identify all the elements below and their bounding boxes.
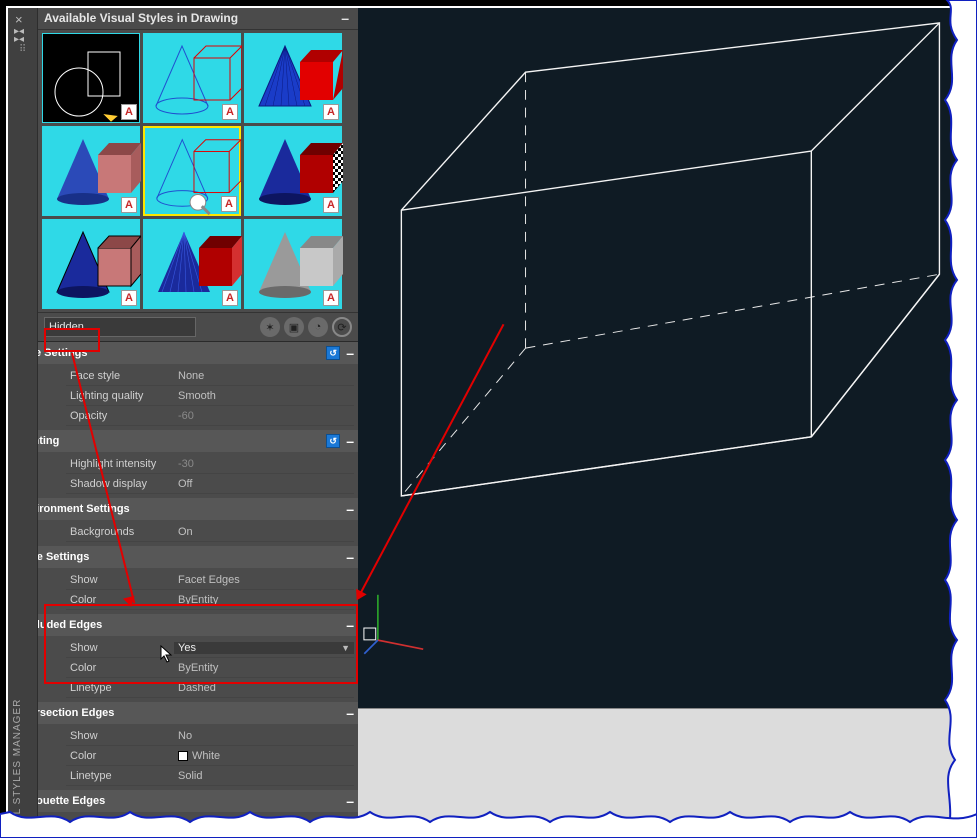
- group-intersection-edges[interactable]: Intersection Edges –: [38, 702, 358, 724]
- close-icon[interactable]: ×: [15, 12, 23, 27]
- prop-intersect-color[interactable]: ColorWhite: [66, 746, 354, 766]
- prop-intersect-linetype[interactable]: LinetypeSolid: [66, 766, 354, 786]
- style-swatch-realistic[interactable]: A: [244, 126, 342, 216]
- collapse-icon[interactable]: –: [344, 617, 356, 633]
- prop-occluded-linetype[interactable]: LinetypeDashed: [66, 678, 354, 698]
- style-swatch-2dwireframe[interactable]: A: [42, 33, 140, 123]
- group-environment-settings[interactable]: Environment Settings –: [38, 498, 358, 520]
- prop-silhouette-show[interactable]: ShowYes: [66, 814, 354, 829]
- reset-icon[interactable]: ↺: [326, 434, 340, 448]
- group-title: Lighting: [38, 435, 59, 447]
- autocad-badge-icon: A: [323, 197, 339, 213]
- style-swatch-wireframe[interactable]: A: [143, 33, 241, 123]
- autocad-badge-icon: A: [323, 290, 339, 306]
- collapse-arrows-icon[interactable]: ▸◂▸◂: [14, 28, 24, 44]
- collapse-icon[interactable]: –: [344, 345, 356, 361]
- chevron-down-icon: ▼: [341, 643, 350, 653]
- collapse-icon[interactable]: –: [344, 705, 356, 721]
- prop-edge-show[interactable]: ShowFacet Edges: [66, 570, 354, 590]
- group-title: Environment Settings: [38, 503, 130, 515]
- drag-handle-icon[interactable]: ⠿: [19, 44, 26, 55]
- autocad-badge-icon: A: [222, 104, 238, 120]
- panel-minimize-icon[interactable]: –: [338, 10, 352, 26]
- autocad-badge-icon: A: [323, 104, 339, 120]
- group-occluded-edges[interactable]: Occluded Edges –: [38, 614, 358, 636]
- style-swatch-conceptual[interactable]: A: [244, 33, 342, 123]
- prop-backgrounds[interactable]: BackgroundsOn: [66, 522, 354, 542]
- prop-highlight-intensity[interactable]: Highlight intensity-30: [66, 454, 354, 474]
- style-swatch-shades-of-gray[interactable]: A: [244, 219, 342, 309]
- prop-lighting-quality[interactable]: Lighting qualitySmooth: [66, 386, 354, 406]
- ucs-icon: [362, 588, 430, 656]
- prop-opacity[interactable]: Opacity-60: [66, 406, 354, 426]
- panel-side-rail: × ▸◂▸◂ ⠿ AL STYLES MANAGER: [8, 8, 38, 830]
- wireframe-box: [358, 8, 969, 708]
- prop-edge-color[interactable]: ColorByEntity: [66, 590, 354, 610]
- visual-style-swatch-grid: A A A A A: [38, 30, 358, 312]
- layout-paper-area: [358, 708, 969, 830]
- group-edge-settings[interactable]: Edge Settings –: [38, 546, 358, 568]
- group-lighting[interactable]: Lighting ↺–: [38, 430, 358, 452]
- reset-icon[interactable]: ↺: [326, 346, 340, 360]
- style-swatch-sketchy[interactable]: A: [143, 219, 241, 309]
- panel-side-title: AL STYLES MANAGER: [12, 699, 23, 822]
- group-title: Intersection Edges: [38, 707, 114, 719]
- color-swatch-icon: [178, 751, 188, 761]
- collapse-icon[interactable]: –: [344, 793, 356, 809]
- apply-style-icon[interactable]: ▣: [284, 317, 304, 337]
- style-swatch-hidden[interactable]: A: [143, 126, 241, 216]
- panel-header: Available Visual Styles in Drawing –: [38, 8, 358, 30]
- collapse-icon[interactable]: –: [344, 501, 356, 517]
- autocad-badge-icon: A: [222, 290, 238, 306]
- group-title: Occluded Edges: [38, 619, 102, 631]
- style-swatch-shaded[interactable]: A: [42, 126, 140, 216]
- style-name-row: ✶ ▣ ◔ ⟳: [38, 312, 358, 342]
- group-title: Silhouette Edges: [38, 795, 105, 807]
- prop-face-style[interactable]: Face styleNone: [66, 366, 354, 386]
- prop-shadow-display[interactable]: Shadow displayOff: [66, 474, 354, 494]
- mouse-cursor-icon: [160, 645, 174, 663]
- prop-occluded-color[interactable]: ColorByEntity: [66, 658, 354, 678]
- group-face-settings[interactable]: Face Settings ↺–: [38, 342, 358, 364]
- delete-style-icon[interactable]: ⟳: [332, 317, 352, 337]
- export-style-icon[interactable]: ◔: [308, 317, 328, 337]
- style-name-input[interactable]: [44, 317, 196, 337]
- group-silhouette-edges[interactable]: Silhouette Edges –: [38, 790, 358, 812]
- group-title: Face Settings: [38, 347, 88, 359]
- model-viewport[interactable]: [358, 8, 969, 708]
- app-frame: × ▸◂▸◂ ⠿ AL STYLES MANAGER Available Vis…: [4, 4, 973, 834]
- autocad-badge-icon: A: [121, 104, 137, 120]
- prop-occluded-show[interactable]: ShowYes▼: [66, 638, 354, 658]
- collapse-icon[interactable]: –: [344, 549, 356, 565]
- style-swatch-shaded-edges[interactable]: A: [42, 219, 140, 309]
- autocad-badge-icon: A: [221, 196, 237, 212]
- panel-title: Available Visual Styles in Drawing: [44, 11, 238, 25]
- collapse-icon[interactable]: –: [344, 433, 356, 449]
- new-style-icon[interactable]: ✶: [260, 317, 280, 337]
- group-title: Edge Settings: [38, 551, 89, 563]
- autocad-badge-icon: A: [121, 290, 137, 306]
- prop-intersect-show[interactable]: ShowNo: [66, 726, 354, 746]
- autocad-badge-icon: A: [121, 197, 137, 213]
- visual-styles-panel: Available Visual Styles in Drawing – A A…: [38, 8, 358, 830]
